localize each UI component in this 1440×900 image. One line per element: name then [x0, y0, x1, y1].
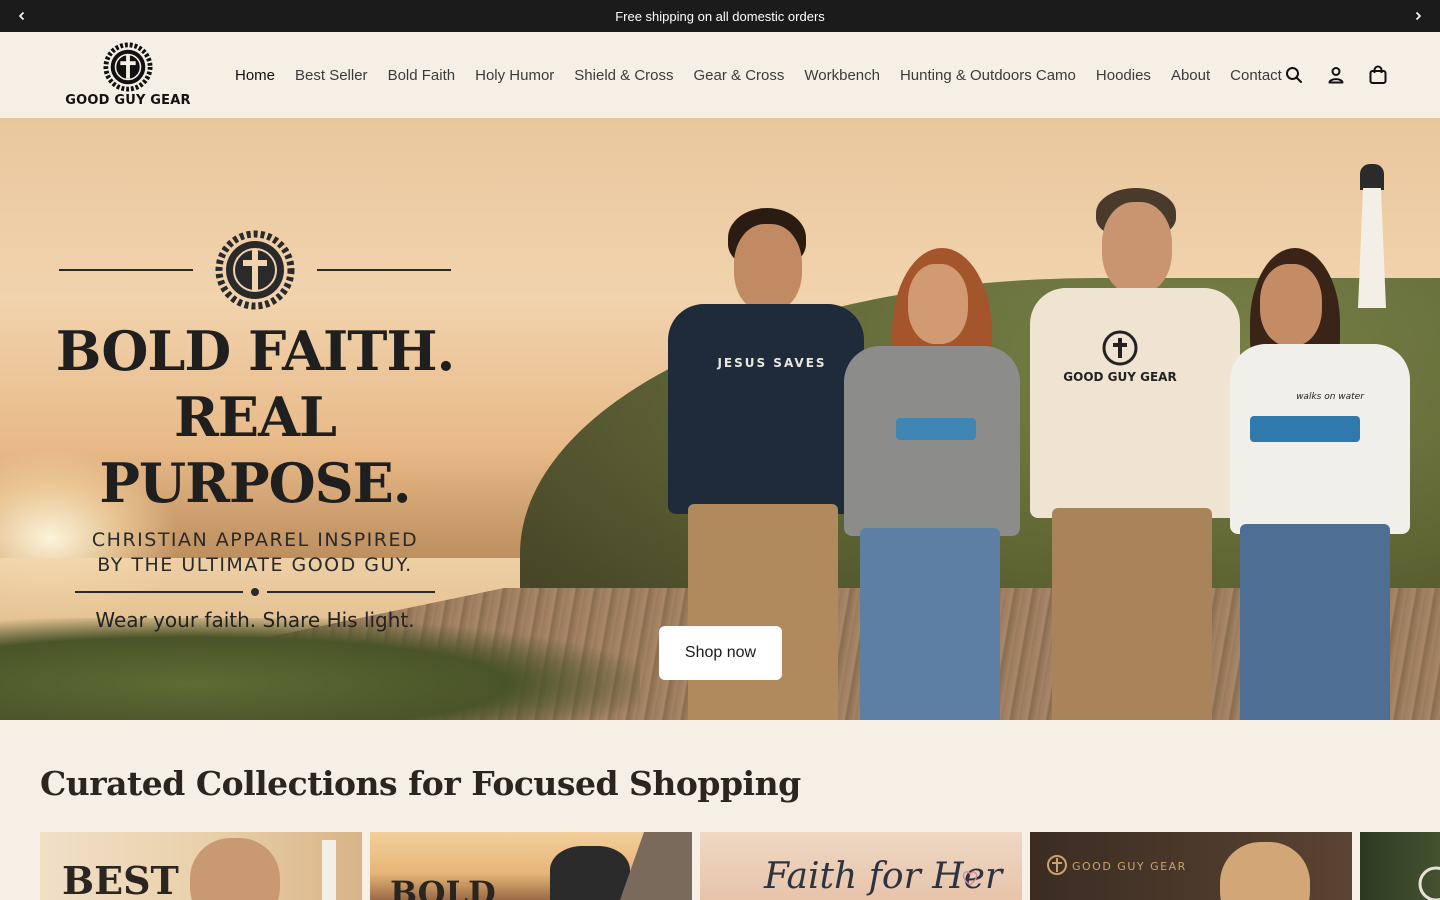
hero-headline-line-2: REAL PURPOSE.	[99, 385, 411, 515]
hero-rule-right	[317, 269, 451, 271]
hero-tagline: Wear your faith. Share His light.	[95, 608, 415, 632]
hero-person-2	[840, 248, 1020, 720]
nav-best-seller[interactable]: Best Seller	[285, 67, 378, 84]
cross-emblem-icon	[215, 230, 295, 310]
announcement-text: Free shipping on all domestic orders	[615, 8, 825, 24]
collections-title: Curated Collections for Focused Shopping	[40, 764, 801, 803]
chevron-right-icon[interactable]	[1402, 0, 1434, 32]
hero-rule-left	[59, 269, 193, 271]
hero-bushes	[0, 618, 640, 720]
nav-workbench[interactable]: Workbench	[794, 67, 890, 84]
nav-shield-cross[interactable]: Shield & Cross	[564, 67, 683, 84]
heart-icon	[962, 871, 978, 886]
shop-now-button[interactable]: Shop now	[659, 626, 782, 680]
nav-home[interactable]: Home	[225, 67, 285, 84]
hero-banner: JESUS SAVES GOOD GUY GEAR walks on water	[0, 118, 1440, 720]
card-label-4: GOOD GUY GEAR	[1072, 860, 1187, 873]
nav-gear-cross[interactable]: Gear & Cross	[684, 67, 795, 84]
collections-carousel: BEST BOLD Faith for Her GOOD GUY GEAR	[40, 832, 1440, 900]
hero-subheadline: CHRISTIAN APPAREL INSPIRED BY THE ULTIMA…	[40, 528, 470, 578]
hero-sub-line-2: BY THE ULTIMATE GOOD GUY.	[97, 554, 413, 576]
logo-text: GOOD GUY GEAR	[65, 93, 191, 108]
collection-card-best-seller[interactable]: BEST	[40, 832, 362, 900]
shirt-text-3: GOOD GUY GEAR	[1063, 370, 1177, 384]
search-icon[interactable]	[1282, 63, 1306, 87]
card-emblem-icon	[1047, 855, 1067, 875]
collection-card-good-guy-gear[interactable]: GOOD GUY GEAR	[1030, 832, 1352, 900]
hero-text-block: BOLD FAITH. REAL PURPOSE. CHRISTIAN APPA…	[40, 228, 470, 632]
site-header: GOOD GUY GEAR Home Best Seller Bold Fait…	[0, 32, 1440, 118]
logo-emblem-icon	[103, 42, 153, 92]
account-icon[interactable]	[1324, 63, 1348, 87]
logo[interactable]: GOOD GUY GEAR	[64, 42, 192, 108]
main-nav: Home Best Seller Bold Faith Holy Humor S…	[225, 32, 1292, 118]
collection-card-faith-for-her[interactable]: Faith for Her	[700, 832, 1022, 900]
nav-hunting-outdoors-camo[interactable]: Hunting & Outdoors Camo	[890, 67, 1086, 84]
nav-about[interactable]: About	[1161, 67, 1220, 84]
card-5-emblem-icon	[1418, 866, 1440, 900]
cart-icon[interactable]	[1366, 63, 1390, 87]
chevron-left-icon[interactable]	[6, 0, 38, 32]
nav-hoodies[interactable]: Hoodies	[1086, 67, 1161, 84]
card-label-2: BOLD	[390, 874, 496, 900]
hero-person-4: walks on water	[1210, 248, 1410, 720]
header-icons	[1282, 32, 1390, 118]
hero-person-3: GOOD GUY GEAR	[1010, 188, 1240, 720]
hero-divider	[40, 588, 470, 596]
hero-headline-line-1: BOLD FAITH.	[55, 319, 456, 383]
shirt-emblem-icon	[1102, 330, 1138, 366]
announcement-bar: Free shipping on all domestic orders	[0, 0, 1440, 32]
hero-headline: BOLD FAITH. REAL PURPOSE.	[40, 318, 470, 516]
collection-card-bold-faith[interactable]: BOLD	[370, 832, 692, 900]
shirt-text-1: JESUS SAVES	[717, 356, 827, 370]
card-label-1: BEST	[62, 858, 179, 900]
nav-bold-faith[interactable]: Bold Faith	[378, 67, 466, 84]
hero-sub-line-1: CHRISTIAN APPAREL INSPIRED	[91, 529, 419, 551]
shirt-text-4: walks on water	[1296, 392, 1364, 402]
nav-holy-humor[interactable]: Holy Humor	[465, 67, 564, 84]
collection-card-5[interactable]	[1360, 832, 1440, 900]
